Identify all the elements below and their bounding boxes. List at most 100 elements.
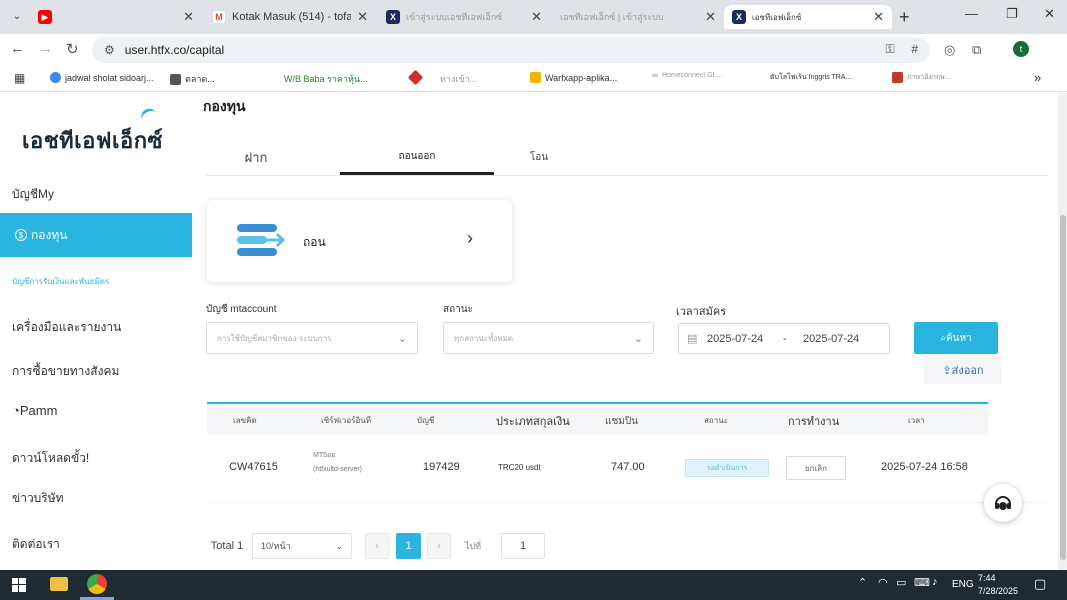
col-header-id: เลขคิด (233, 416, 257, 425)
withdraw-card[interactable]: ถอน › (207, 200, 512, 282)
cell-time: 2025-07-24 16:58 (881, 461, 968, 473)
windows-start-icon[interactable] (12, 578, 26, 592)
status-select[interactable]: ทุกสถานะทั้งหมด ⌄ (443, 322, 654, 354)
tab-withdraw[interactable]: ถอนออก (340, 140, 494, 175)
account-filter-label: บัญชี mtaccount (206, 304, 277, 315)
date-to[interactable]: 2025-07-24 (803, 333, 859, 345)
key-icon[interactable]: ⚿ (886, 42, 895, 56)
apps-grid-icon[interactable]: ▦ (14, 71, 25, 85)
omnibox-hash[interactable]: # (911, 42, 918, 56)
sidebar-item-funds[interactable]: $ กองทุน (0, 213, 192, 257)
sidebar-item-partners[interactable]: บัญชีการรับเงินและพันธมิตร (12, 275, 109, 288)
date-from[interactable]: 2025-07-24 (707, 333, 763, 345)
bookmark-warfxapp[interactable]: Warfxapp-aplika... (530, 72, 617, 83)
close-tab-icon[interactable]: ✕ (357, 9, 368, 25)
file-explorer-icon[interactable] (50, 577, 68, 591)
search-button[interactable]: ⌕ ค้นหา (914, 322, 998, 354)
col-header-amount: แชมปิน (605, 416, 639, 427)
browser-tab-bar: ⌄ ▶ ✕ M Kotak Masuk (514) - tofan25 ✕ X … (0, 0, 1067, 34)
new-tab-icon[interactable]: + (899, 7, 910, 28)
bookmark-english[interactable]: ดับโลโฟเร้น Inggris TRA... (770, 72, 851, 83)
withdraw-card-icon (237, 224, 285, 256)
minimize-icon[interactable]: — (965, 6, 978, 21)
bookmark-market[interactable]: ตลาด... (170, 72, 215, 86)
chevron-right-icon: › (467, 228, 473, 248)
next-page-button[interactable]: › (427, 533, 451, 559)
sidebar-item-my-account[interactable]: บัญชีMy (12, 185, 54, 204)
status-badge: รอดำเนินการ (685, 459, 769, 477)
omnibox-actions: ⚿ # (886, 42, 919, 57)
close-window-icon[interactable]: ✕ (1044, 6, 1055, 22)
bookmark-homeconnect[interactable]: Homeconnect GL... (652, 72, 722, 79)
battery-icon[interactable]: ▭ (896, 576, 906, 589)
htfx-icon: X (732, 10, 746, 24)
show-hidden-icons[interactable]: ⌃ (858, 576, 867, 589)
tab-search-dropdown-icon[interactable]: ⌄ (6, 6, 28, 26)
back-icon[interactable]: ← (10, 40, 25, 57)
withdraw-card-label: ถอน (303, 235, 326, 249)
table-header: เลขคิด เซิร์ฟเวอร์อินที บัญชี ประเภทสกุล… (207, 402, 988, 435)
browser-tab-gmail[interactable]: M Kotak Masuk (514) - tofan25 ✕ (204, 5, 376, 29)
chrome-icon[interactable] (87, 574, 107, 594)
browser-tab-youtube[interactable]: ▶ ✕ (30, 5, 202, 29)
translate-icon[interactable]: ◎ (944, 42, 955, 58)
goto-page-input[interactable]: 1 (501, 533, 545, 559)
site-info-icon[interactable]: ⚙ (104, 43, 115, 57)
close-tab-icon[interactable]: ✕ (183, 9, 194, 25)
page-size-select[interactable]: 10/หน้า ⌄ (252, 533, 352, 559)
bookmark-red[interactable] (407, 69, 425, 86)
prev-page-button[interactable]: ‹ (365, 533, 389, 559)
clock-date[interactable]: 7/28/2025 (978, 586, 1018, 596)
volume-icon[interactable]: ♪ (932, 576, 938, 588)
cell-server: MT5ออ (htfxultd-server) (313, 452, 363, 473)
export-button[interactable]: ⇪ ส่งออก (924, 356, 1002, 384)
restore-icon[interactable]: ❐ (1006, 6, 1018, 22)
sidebar-item-news[interactable]: ข่าวบริษัท (12, 489, 64, 508)
close-tab-icon[interactable]: ✕ (705, 9, 716, 25)
date-filter-label: เวลาสมัคร (676, 306, 727, 318)
sidebar-item-contact[interactable]: ติดต่อเรา (12, 535, 60, 554)
date-range-picker[interactable]: ▤ 2025-07-24 - 2025-07-24 (678, 323, 890, 354)
bookmark-icon (892, 72, 903, 83)
url-omnibox[interactable]: ⚙ user.htfx.co/capital ⚿ # (92, 37, 930, 63)
sidebar-item-download[interactable]: ดาวน์โหลดขั้ว! (12, 449, 89, 468)
more-bookmarks-icon[interactable]: » (1034, 70, 1041, 85)
forward-icon[interactable]: → (38, 40, 53, 57)
page-1-button[interactable]: 1 (396, 533, 421, 559)
extensions-icon[interactable]: ⧉ (972, 42, 981, 58)
clock-time[interactable]: 7:44 (978, 573, 996, 583)
browser-tab-htfx-login[interactable]: X เข้าสู่ระบบเอชทีเอฟเอ็กซ์ ✕ (378, 5, 550, 29)
bookmark-wb-baba[interactable]: W/B Baba ราคาหุ้น... (284, 72, 368, 86)
account-select[interactable]: การใช้บัญชีสมาชิกของ-ระบบการ ⌄ (206, 322, 418, 354)
col-header-currency: ประเภทสกุลเงิน (496, 416, 570, 428)
bookmark-thai[interactable]: ภาษาอังกฤษ... (892, 72, 951, 83)
close-tab-icon[interactable]: ✕ (531, 9, 542, 25)
sidebar-item-social-trading[interactable]: การซื้อขายทางสังคม (12, 362, 119, 381)
network-icon[interactable]: ◠ (878, 576, 888, 589)
bookmark-jadwal[interactable]: jadwal sholat sidoarj... (50, 72, 154, 83)
goto-label: ไปที่ (464, 541, 482, 551)
browser-tab-htfx-signin[interactable]: เอชทีเอฟเอ็กซ์ | เข้าสู่ระบบ ✕ (552, 5, 724, 29)
browser-tab-htfx-active[interactable]: X เอชทีเอฟเอ็กซ์ ✕ (724, 5, 892, 29)
notification-icon[interactable]: ▢ (1034, 576, 1046, 592)
sidebar-item-pamm[interactable]: ◔Pamm (12, 403, 57, 418)
google-icon (50, 72, 61, 83)
headset-icon (995, 496, 1011, 510)
scrollbar-thumb[interactable] (1060, 215, 1066, 560)
close-tab-icon[interactable]: ✕ (873, 9, 884, 25)
chevron-down-icon: ⌄ (335, 540, 343, 551)
support-chat-button[interactable] (984, 484, 1022, 522)
reload-icon[interactable]: ↻ (66, 40, 79, 58)
tab-transfer[interactable]: โอน (496, 140, 582, 175)
cancel-button[interactable]: ยกเลิก (786, 456, 846, 480)
bookmark-icon (530, 72, 541, 83)
htfx-logo[interactable]: เอชทีเอฟเอ็กซ์ (22, 123, 163, 158)
bookmark-entry[interactable]: ทางเข้า... (440, 72, 477, 86)
ime-icon[interactable]: ⌨ (914, 576, 930, 589)
status-filter-label: สถานะ (443, 304, 473, 315)
tab-deposit[interactable]: ฝาก (206, 140, 306, 175)
language-indicator[interactable]: ENG (952, 579, 974, 590)
pamm-icon: ◔ (12, 403, 20, 418)
sidebar-item-tools-reports[interactable]: เครื่องมือและรายงาน (12, 318, 121, 337)
profile-avatar[interactable]: t (1013, 41, 1029, 57)
